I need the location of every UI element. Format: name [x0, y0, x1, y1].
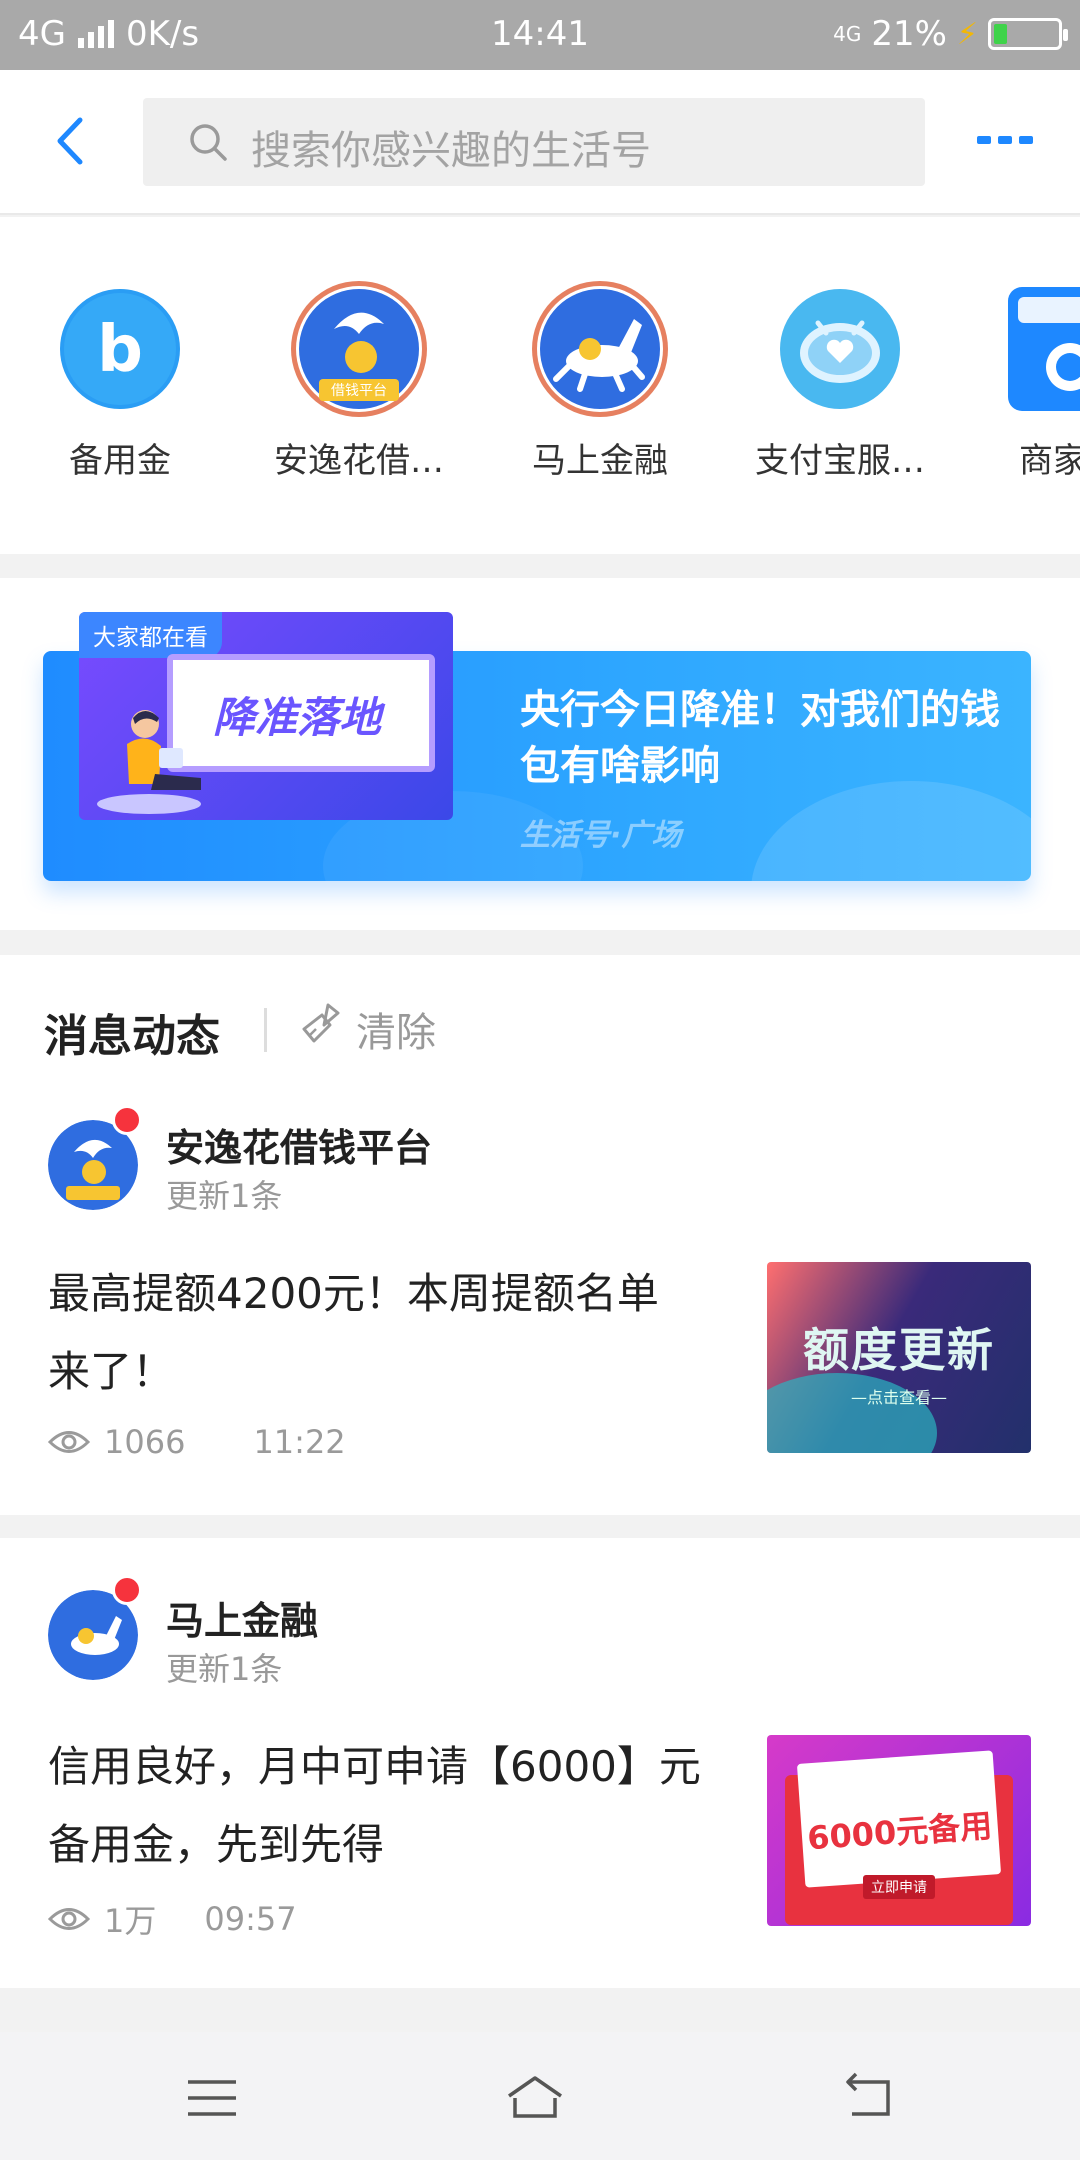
account-label: 安逸花借… [274, 441, 444, 481]
news-section: 消息动态 清除 安逸花借钱平台 更新1条 最高提额4200元！本周提额名单来了！… [0, 955, 1080, 1515]
menu-icon[interactable] [182, 2068, 242, 2128]
anyihua-logo-icon: 借钱平台 [291, 281, 427, 417]
unread-dot [112, 1575, 142, 1605]
update-count: 更新1条 [166, 1650, 283, 1688]
image-text: 额度更新 [803, 1323, 995, 1377]
news-meta: 1万 09:57 [48, 1896, 297, 1942]
account-item-mashang[interactable]: 马上金融 [505, 281, 695, 482]
back-icon[interactable] [838, 2068, 898, 2128]
system-nav-bar [0, 2032, 1080, 2160]
eye-icon [48, 1431, 90, 1453]
search-icon [190, 124, 227, 161]
banner-tag: 大家都在看 [79, 612, 222, 658]
account-name[interactable]: 安逸花借钱平台 [166, 1117, 432, 1172]
beiyongjin-b-icon: b [60, 289, 180, 409]
image-subtext: —点击查看— [850, 1388, 947, 1407]
banner-thumbnail: 大家都在看 降准落地 [79, 612, 453, 820]
battery-percent: 21% [871, 14, 947, 54]
banner-source: 生活号·广场 [520, 818, 682, 853]
news-image[interactable]: 额度更新 —点击查看— [767, 1262, 1031, 1453]
mashang-horse-icon [532, 281, 668, 417]
section-title: 消息动态 [44, 1011, 220, 1062]
person-illustration-icon [97, 710, 201, 814]
more-dots-icon[interactable] [975, 132, 1035, 148]
alipay-service-robot-icon [780, 289, 900, 409]
update-count: 更新1条 [166, 1177, 283, 1215]
account-label: 商家转 [1019, 441, 1080, 481]
account-item-anyihua[interactable]: 借钱平台 安逸花借… [264, 281, 454, 482]
clear-button[interactable]: 清除 [356, 1000, 436, 1058]
banner-title: 央行今日降准！对我们的钱包有啥影响 [520, 687, 1000, 789]
account-item-beiyongjin[interactable]: b 备用金 [25, 287, 215, 482]
search-placeholder: 搜索你感兴趣的生活号 [251, 128, 651, 174]
status-bar: 4G 0K/s 14:41 4G 21% ⚡ [0, 0, 1080, 70]
broom-icon[interactable] [298, 1001, 342, 1045]
banner-decoration [751, 781, 1031, 881]
view-count: 1万 [104, 1902, 157, 1940]
news-text[interactable]: 最高提额4200元！本周提额名单来了！ [48, 1255, 698, 1411]
post-time: 11:22 [253, 1423, 346, 1461]
svg-text:借钱平台: 借钱平台 [331, 383, 387, 399]
news-card: 马上金融 更新1条 信用良好，月中可申请【6000】元备用金，先到先得 1万 0… [0, 1538, 1080, 1988]
news-text[interactable]: 信用良好，月中可申请【6000】元备用金，先到先得 [48, 1728, 728, 1884]
battery-icon [988, 18, 1068, 50]
account-label: 备用金 [69, 441, 171, 481]
charging-icon: ⚡ [956, 16, 978, 52]
news-meta: 1066 11:22 [48, 1423, 346, 1461]
top-nav: 搜索你感兴趣的生活号 [0, 70, 1080, 215]
account-label: 支付宝服… [755, 441, 925, 481]
network-type-right: 4G [833, 22, 862, 46]
account-label: 马上金融 [532, 441, 668, 481]
unread-dot [112, 1105, 142, 1135]
home-icon[interactable] [505, 2068, 565, 2128]
banner-thumb-text: 降准落地 [213, 693, 382, 742]
account-name[interactable]: 马上金融 [166, 1590, 318, 1645]
image-subtext: 立即申请 [863, 1875, 935, 1899]
view-count: 1066 [104, 1423, 186, 1461]
divider [264, 1008, 267, 1052]
status-right: 4G 21% ⚡ [833, 14, 1068, 54]
account-item-alipay-service[interactable]: 支付宝服… [745, 287, 935, 482]
account-item-merchant[interactable]: 商家转 [975, 287, 1080, 482]
back-arrow-icon[interactable] [40, 106, 110, 176]
search-input[interactable]: 搜索你感兴趣的生活号 [143, 98, 925, 186]
eye-icon [48, 1908, 90, 1930]
merchant-store-icon [1008, 287, 1080, 411]
post-time: 09:57 [204, 1900, 297, 1938]
battery-fill [994, 24, 1007, 44]
svg-text:b: b [97, 313, 143, 387]
life-accounts-row: b 备用金 借钱平台 安逸花借… 马上金融 支付宝服… 商家 [0, 217, 1080, 554]
news-image[interactable]: 6000元备用 立即申请 [767, 1735, 1031, 1926]
